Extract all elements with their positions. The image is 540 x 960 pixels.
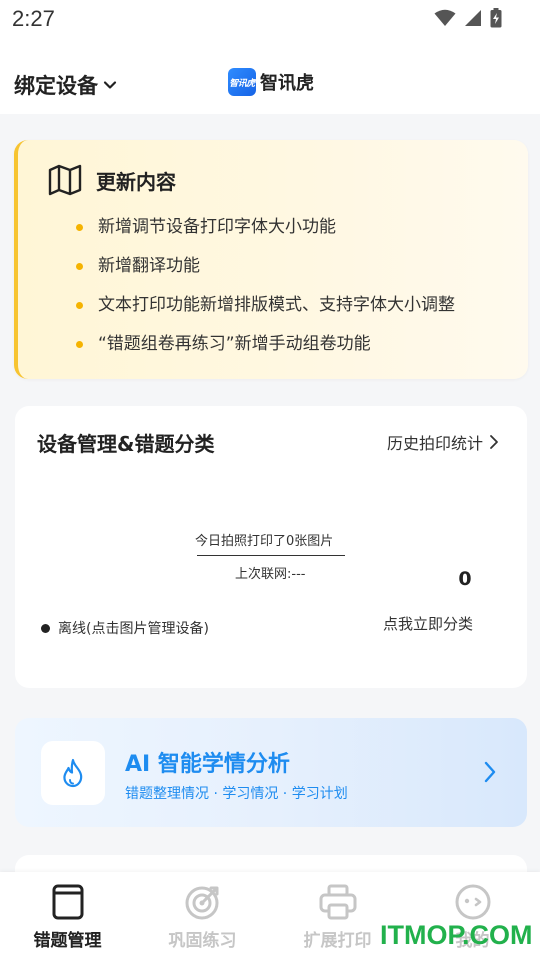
ai-icon-box — [41, 741, 105, 805]
brand-logo-text: 智讯虎 — [229, 78, 255, 89]
history-print-stats-link[interactable]: 历史拍印统计 — [387, 430, 499, 454]
brand-logo: 智讯虎 — [228, 68, 256, 96]
brand-name: 智讯虎 — [260, 73, 314, 94]
app-header: 绑定设备 智讯虎 智讯虎 — [0, 40, 540, 114]
signal-icon — [465, 10, 481, 26]
chevron-right-icon — [490, 435, 498, 449]
bind-device-label: 绑定设备 — [14, 74, 98, 98]
update-notes-card: 更新内容 新增调节设备打印字体大小功能 新增翻译功能 文本打印功能新增排版模式、… — [14, 140, 528, 379]
divider — [197, 555, 345, 556]
face-icon — [454, 882, 492, 922]
update-item: 文本打印功能新增排版模式、支持字体大小调整 — [76, 290, 455, 329]
tab-mistake-management[interactable]: 错题管理 — [0, 872, 135, 960]
wifi-icon — [434, 9, 456, 26]
last-online-text: 上次联网:--- — [235, 567, 306, 582]
device-card-title: 设备管理&错题分类 — [37, 432, 215, 456]
update-list: 新增调节设备打印字体大小功能 新增翻译功能 文本打印功能新增排版模式、支持字体大… — [76, 212, 455, 368]
notebook-icon — [52, 882, 84, 922]
status-time: 2:27 — [12, 6, 55, 31]
update-header: 更新内容 — [48, 164, 176, 196]
status-icons — [434, 8, 502, 28]
battery-charging-icon — [490, 8, 502, 28]
chevron-right-icon — [484, 761, 496, 783]
tab-practice[interactable]: 巩固练习 — [135, 872, 270, 960]
history-link-label: 历史拍印统计 — [386, 434, 483, 453]
today-print-count: 今日拍照打印了0张图片 — [195, 534, 334, 549]
map-icon — [48, 164, 82, 196]
unclassified-count: 0 — [458, 568, 472, 590]
bind-device-dropdown[interactable]: 绑定设备 — [14, 70, 118, 100]
classify-now-button[interactable]: 点我立即分类 — [383, 613, 473, 634]
ai-card-subtitle: 错题整理情况 · 学习情况 · 学习计划 — [125, 786, 348, 802]
status-bar: 2:27 — [0, 0, 540, 40]
update-item: 新增翻译功能 — [76, 251, 455, 290]
brand: 智讯虎 智讯虎 — [228, 68, 314, 96]
status-dot — [41, 623, 50, 633]
device-management-card: 设备管理&错题分类 历史拍印统计 今日拍照打印了0张图片 上次联网:--- 0 … — [15, 406, 527, 688]
flame-icon — [63, 758, 83, 788]
ai-card-title: AI 智能学情分析 — [125, 752, 290, 777]
tab-label: 巩固练习 — [168, 931, 237, 951]
device-status-button[interactable]: 离线(点击图片管理设备) — [41, 618, 209, 638]
update-item: 新增调节设备打印字体大小功能 — [76, 212, 455, 251]
tab-label: 错题管理 — [33, 931, 102, 951]
watermark: ITMOP.COM — [380, 920, 533, 950]
target-icon — [184, 882, 222, 922]
update-item: “错题组卷再练习”新增手动组卷功能 — [76, 329, 455, 368]
device-status-text: 离线(点击图片管理设备) — [58, 621, 209, 637]
ai-analysis-card[interactable]: AI 智能学情分析 错题整理情况 · 学习情况 · 学习计划 — [15, 718, 527, 827]
update-title: 更新内容 — [96, 169, 176, 194]
tab-label: 扩展打印 — [303, 931, 372, 951]
printer-icon — [319, 882, 357, 922]
chevron-down-icon — [103, 81, 117, 89]
